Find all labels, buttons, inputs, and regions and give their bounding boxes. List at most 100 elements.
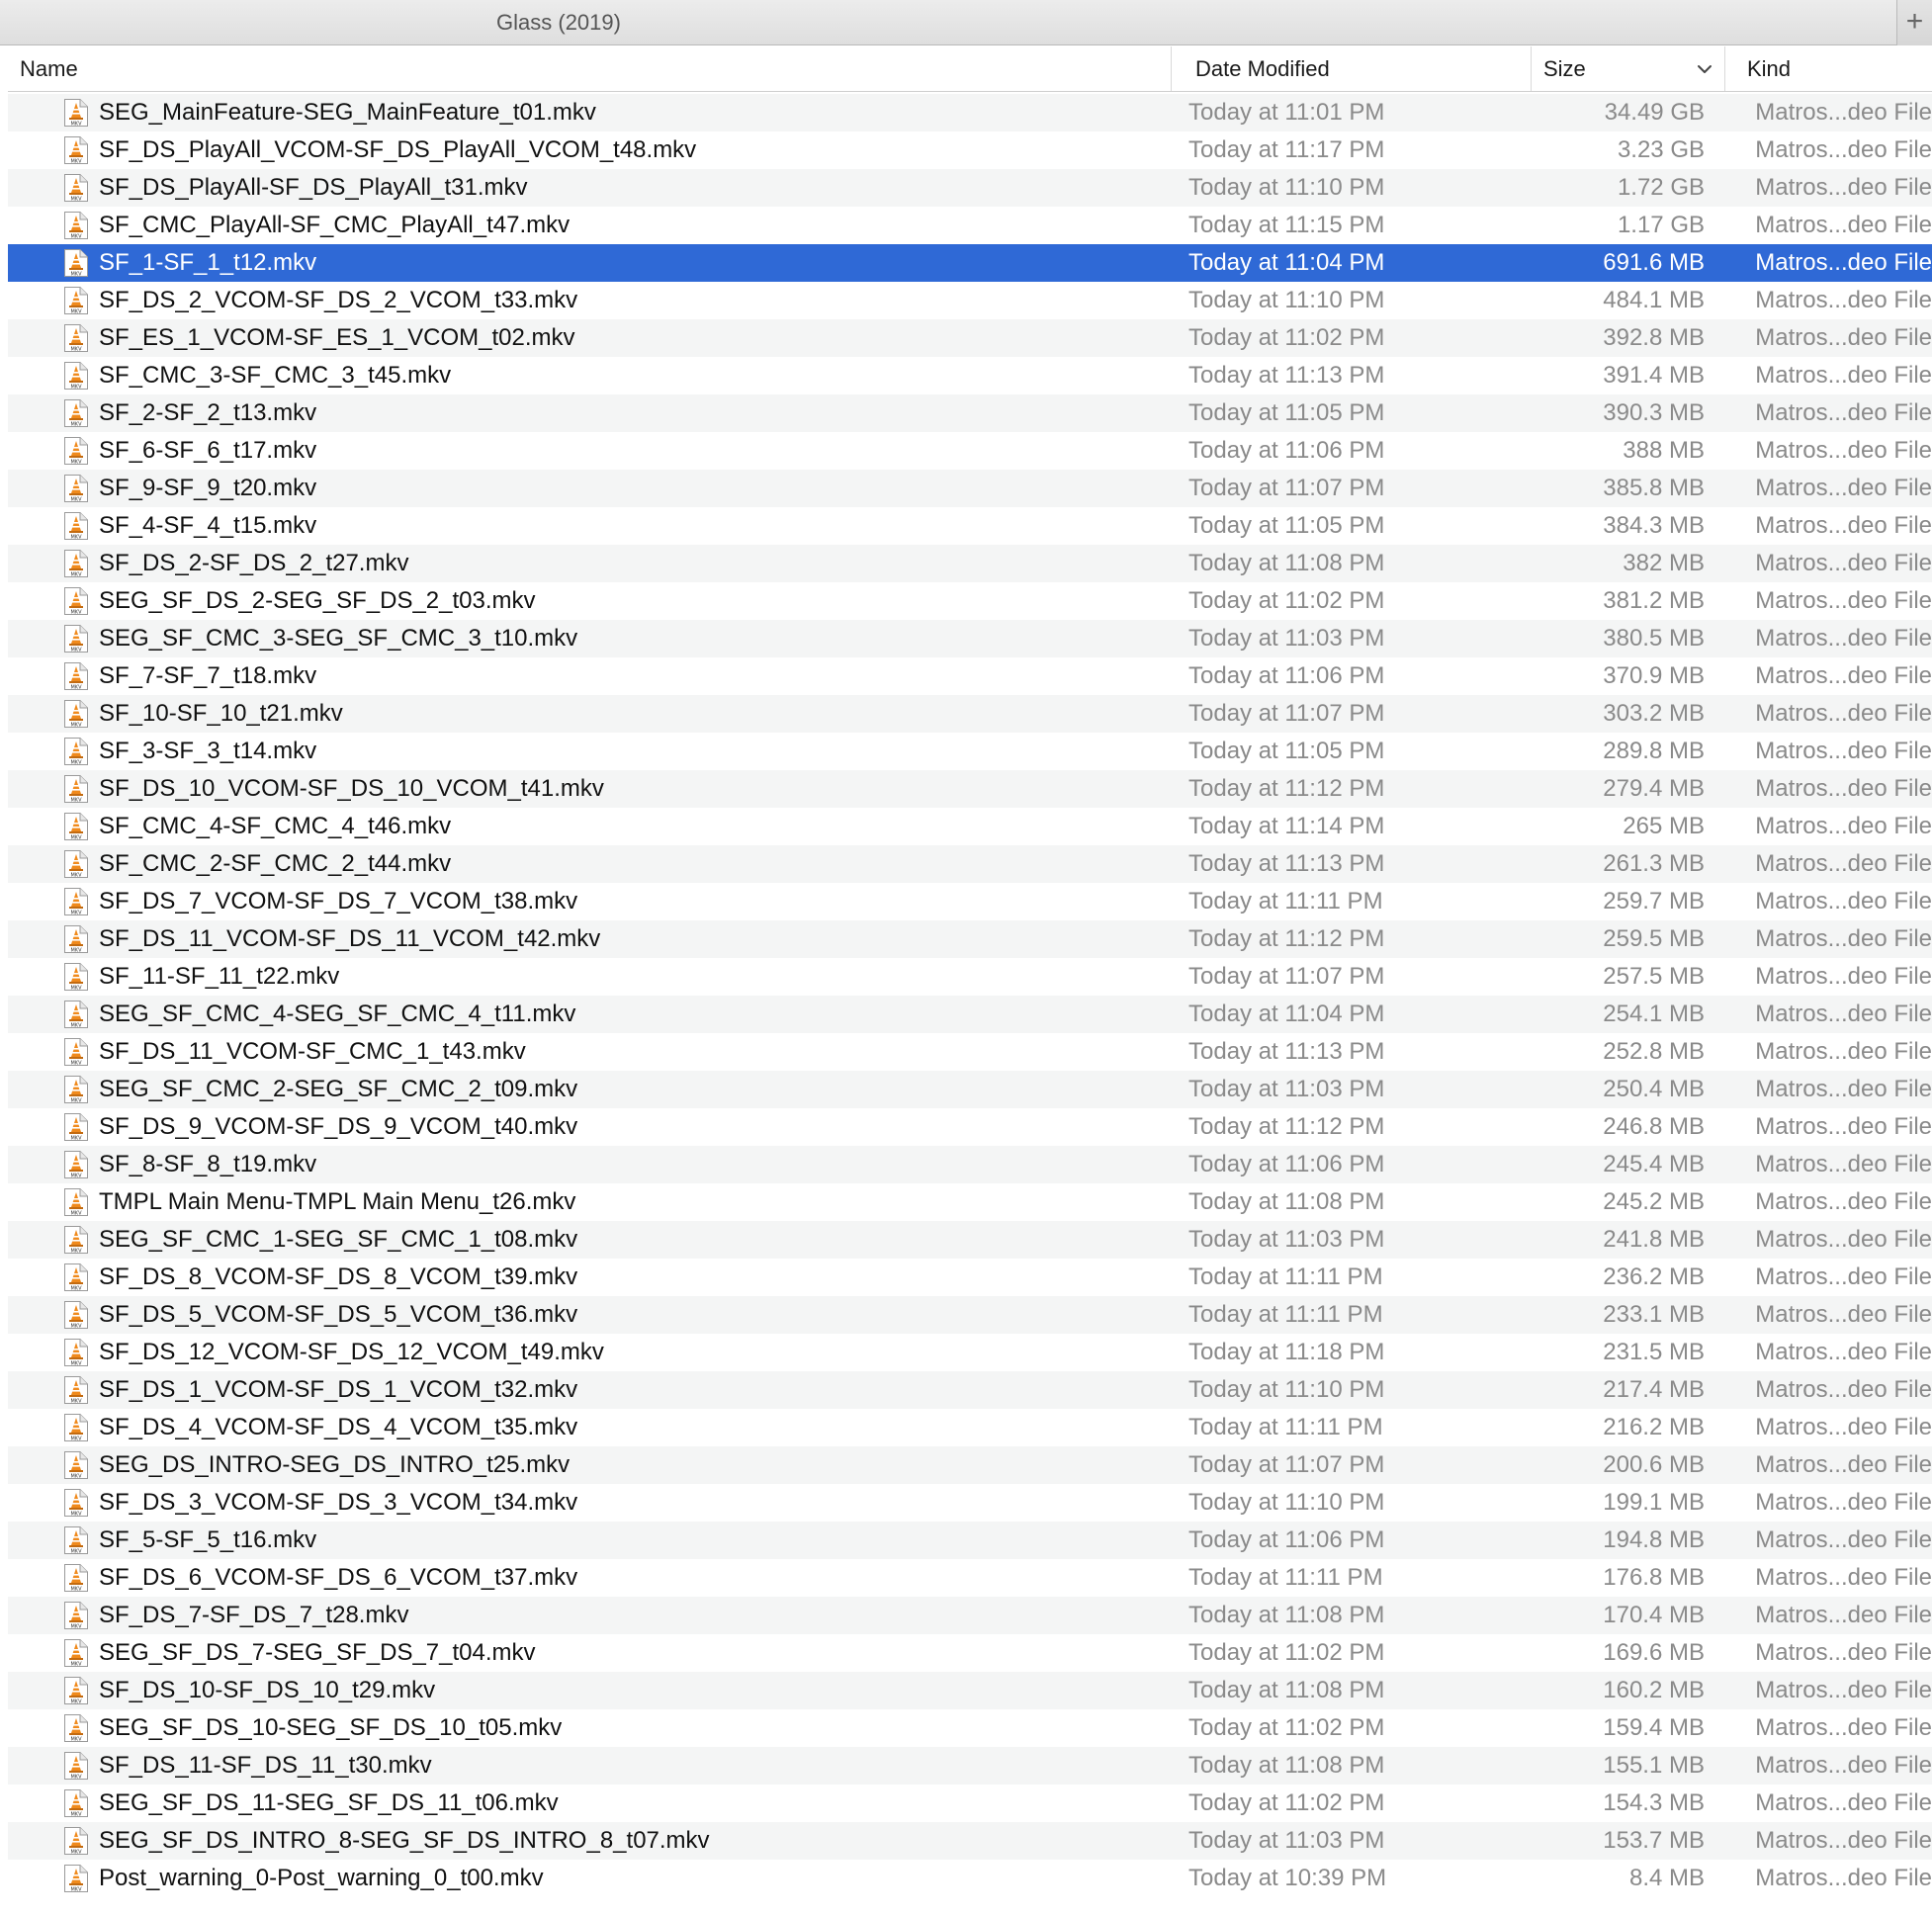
- table-row[interactable]: MKV SF_DS_7-SF_DS_7_t28.mkv Today at 11:08…: [8, 1597, 1932, 1634]
- file-size: 252.8 MB: [1603, 1038, 1705, 1065]
- table-row[interactable]: MKV SF_5-SF_5_t16.mkv Today at 11:06 PM 194…: [8, 1522, 1932, 1559]
- file-name: SF_CMC_3-SF_CMC_3_t45.mkv: [99, 362, 452, 389]
- table-row[interactable]: MKV SF_DS_1_VCOM-SF_DS_1_VCOM_t32.mkv Toda…: [8, 1371, 1932, 1409]
- table-row[interactable]: MKV SF_ES_1_VCOM-SF_ES_1_VCOM_t02.mkv Toda…: [8, 319, 1932, 357]
- plus-icon[interactable]: +: [1896, 0, 1932, 45]
- svg-text:MKV: MKV: [70, 1211, 82, 1217]
- file-name: Post_warning_0-Post_warning_0_t00.mkv: [99, 1865, 544, 1891]
- table-row[interactable]: MKV SF_DS_9_VCOM-SF_DS_9_VCOM_t40.mkv Toda…: [8, 1108, 1932, 1146]
- file-kind: Matros...deo File: [1755, 1113, 1932, 1140]
- mkv-file-icon: MKV: [63, 135, 89, 165]
- file-name: SF_DS_PlayAll-SF_DS_PlayAll_t31.mkv: [99, 174, 528, 201]
- mkv-file-icon: MKV: [63, 1413, 89, 1442]
- file-size: 392.8 MB: [1603, 324, 1705, 351]
- date-modified: Today at 11:02 PM: [1188, 587, 1385, 614]
- table-row[interactable]: MKV SF_CMC_4-SF_CMC_4_t46.mkv Today at 11:…: [8, 808, 1932, 845]
- table-row[interactable]: MKV SF_DS_2-SF_DS_2_t27.mkv Today at 11:08…: [8, 545, 1932, 582]
- mkv-file-icon: MKV: [63, 248, 89, 278]
- date-modified: Today at 11:10 PM: [1188, 287, 1385, 313]
- file-kind: Matros...deo File: [1755, 99, 1932, 126]
- mkv-file-icon: MKV: [63, 1563, 89, 1593]
- table-row[interactable]: MKV SF_DS_11_VCOM-SF_DS_11_VCOM_t42.mkv To…: [8, 920, 1932, 958]
- title-bar[interactable]: Glass (2019) +: [0, 0, 1932, 45]
- file-kind: Matros...deo File: [1755, 888, 1932, 914]
- table-row[interactable]: MKV SF_DS_7_VCOM-SF_DS_7_VCOM_t38.mkv Toda…: [8, 883, 1932, 920]
- file-kind: Matros...deo File: [1755, 1001, 1932, 1027]
- svg-text:MKV: MKV: [70, 835, 82, 841]
- mkv-file-icon: MKV: [63, 924, 89, 954]
- svg-text:MKV: MKV: [70, 1512, 82, 1518]
- table-row[interactable]: MKV SEG_SF_CMC_1-SEG_SF_CMC_1_t08.mkv Toda…: [8, 1221, 1932, 1259]
- column-header-date-modified[interactable]: Date Modified: [1171, 46, 1531, 91]
- svg-text:MKV: MKV: [70, 1361, 82, 1367]
- file-size: 170.4 MB: [1603, 1602, 1705, 1628]
- date-modified: Today at 11:11 PM: [1188, 1301, 1383, 1328]
- table-row[interactable]: MKV SF_CMC_3-SF_CMC_3_t45.mkv Today at 11:…: [8, 357, 1932, 394]
- mkv-file-icon: MKV: [63, 173, 89, 203]
- file-size: 254.1 MB: [1603, 1001, 1705, 1027]
- file-name: SF_5-SF_5_t16.mkv: [99, 1526, 317, 1553]
- file-kind: Matros...deo File: [1755, 212, 1932, 238]
- svg-text:MKV: MKV: [70, 948, 82, 954]
- column-header-kind[interactable]: Kind: [1724, 46, 1932, 91]
- table-row[interactable]: MKV SEG_SF_CMC_4-SEG_SF_CMC_4_t11.mkv Toda…: [8, 996, 1932, 1033]
- file-name: SEG_SF_CMC_4-SEG_SF_CMC_4_t11.mkv: [99, 1001, 576, 1027]
- table-row[interactable]: MKV SEG_SF_DS_10-SEG_SF_DS_10_t05.mkv Toda…: [8, 1709, 1932, 1747]
- table-row[interactable]: MKV SF_11-SF_11_t22.mkv Today at 11:07 PM 2…: [8, 958, 1932, 996]
- table-row[interactable]: MKV SF_8-SF_8_t19.mkv Today at 11:06 PM 245…: [8, 1146, 1932, 1183]
- svg-text:MKV: MKV: [70, 1061, 82, 1067]
- table-row[interactable]: MKV SF_4-SF_4_t15.mkv Today at 11:05 PM 384…: [8, 507, 1932, 545]
- table-row[interactable]: MKV SF_DS_11_VCOM-SF_CMC_1_t43.mkv Today a…: [8, 1033, 1932, 1071]
- column-header-size[interactable]: Size: [1531, 46, 1724, 91]
- table-row[interactable]: MKV Post_warning_0-Post_warning_0_t00.mkv…: [8, 1860, 1932, 1897]
- table-row[interactable]: MKV SF_DS_10-SF_DS_10_t29.mkv Today at 11:…: [8, 1672, 1932, 1709]
- svg-text:MKV: MKV: [70, 685, 82, 691]
- file-name: SF_DS_1_VCOM-SF_DS_1_VCOM_t32.mkv: [99, 1376, 578, 1403]
- file-name: SF_CMC_PlayAll-SF_CMC_PlayAll_t47.mkv: [99, 212, 571, 238]
- file-kind: Matros...deo File: [1755, 437, 1932, 464]
- table-row[interactable]: MKV SEG_MainFeature-SEG_MainFeature_t01.m…: [8, 94, 1932, 131]
- table-row[interactable]: MKV SF_DS_PlayAll_VCOM-SF_DS_PlayAll_VCOM…: [8, 131, 1932, 169]
- file-kind: Matros...deo File: [1755, 1677, 1932, 1703]
- file-size: 34.49 GB: [1604, 99, 1705, 126]
- table-row[interactable]: MKV SF_DS_10_VCOM-SF_DS_10_VCOM_t41.mkv To…: [8, 770, 1932, 808]
- mkv-file-icon: MKV: [63, 1338, 89, 1367]
- table-row[interactable]: MKV SEG_DS_INTRO-SEG_DS_INTRO_t25.mkv Toda…: [8, 1446, 1932, 1484]
- table-row[interactable]: MKV SF_DS_11-SF_DS_11_t30.mkv Today at 11:…: [8, 1747, 1932, 1785]
- table-row[interactable]: MKV SF_DS_5_VCOM-SF_DS_5_VCOM_t36.mkv Toda…: [8, 1296, 1932, 1334]
- file-size: 199.1 MB: [1603, 1489, 1705, 1516]
- table-row[interactable]: MKV SF_DS_8_VCOM-SF_DS_8_VCOM_t39.mkv Toda…: [8, 1259, 1932, 1296]
- file-kind: Matros...deo File: [1755, 136, 1932, 163]
- table-row[interactable]: MKV SEG_SF_CMC_3-SEG_SF_CMC_3_t10.mkv Toda…: [8, 620, 1932, 657]
- file-kind: Matros...deo File: [1755, 587, 1932, 614]
- mkv-file-icon: MKV: [63, 774, 89, 804]
- table-row[interactable]: MKV SF_DS_4_VCOM-SF_DS_4_VCOM_t35.mkv Toda…: [8, 1409, 1932, 1446]
- table-row[interactable]: MKV SF_6-SF_6_t17.mkv Today at 11:06 PM 388…: [8, 432, 1932, 470]
- table-row[interactable]: MKV TMPL Main Menu-TMPL Main Menu_t26.mkv…: [8, 1183, 1932, 1221]
- table-row[interactable]: MKV SF_2-SF_2_t13.mkv Today at 11:05 PM 390…: [8, 394, 1932, 432]
- table-row[interactable]: MKV SF_DS_6_VCOM-SF_DS_6_VCOM_t37.mkv Toda…: [8, 1559, 1932, 1597]
- table-row[interactable]: MKV SF_DS_3_VCOM-SF_DS_3_VCOM_t34.mkv Toda…: [8, 1484, 1932, 1522]
- table-row[interactable]: MKV SEG_SF_DS_7-SEG_SF_DS_7_t04.mkv Today …: [8, 1634, 1932, 1672]
- table-row[interactable]: MKV SF_10-SF_10_t21.mkv Today at 11:07 PM 3…: [8, 695, 1932, 733]
- table-row[interactable]: MKV SF_CMC_2-SF_CMC_2_t44.mkv Today at 11:…: [8, 845, 1932, 883]
- file-name: SF_1-SF_1_t12.mkv: [99, 249, 317, 276]
- column-header-name[interactable]: Name: [8, 46, 1171, 91]
- table-row[interactable]: MKV SF_3-SF_3_t14.mkv Today at 11:05 PM 289…: [8, 733, 1932, 770]
- table-row[interactable]: MKV SF_CMC_PlayAll-SF_CMC_PlayAll_t47.mkv…: [8, 207, 1932, 244]
- table-row[interactable]: MKV SEG_SF_DS_11-SEG_SF_DS_11_t06.mkv Toda…: [8, 1785, 1932, 1822]
- table-row[interactable]: MKV SF_DS_PlayAll-SF_DS_PlayAll_t31.mkv To…: [8, 169, 1932, 207]
- table-row[interactable]: MKV SF_7-SF_7_t18.mkv Today at 11:06 PM 370…: [8, 657, 1932, 695]
- table-row[interactable]: MKV SEG_SF_CMC_2-SEG_SF_CMC_2_t09.mkv Toda…: [8, 1071, 1932, 1108]
- table-row[interactable]: MKV SF_9-SF_9_t20.mkv Today at 11:07 PM 385…: [8, 470, 1932, 507]
- table-row[interactable]: MKV SEG_SF_DS_INTRO_8-SEG_SF_DS_INTRO_8_t…: [8, 1822, 1932, 1860]
- file-kind: Matros...deo File: [1755, 1602, 1932, 1628]
- table-row[interactable]: MKV SF_DS_2_VCOM-SF_DS_2_VCOM_t33.mkv Toda…: [8, 282, 1932, 319]
- file-kind: Matros...deo File: [1755, 850, 1932, 877]
- table-row[interactable]: MKV SF_1-SF_1_t12.mkv Today at 11:04 PM 691…: [8, 244, 1932, 282]
- date-modified: Today at 11:01 PM: [1188, 99, 1385, 126]
- svg-text:MKV: MKV: [70, 648, 82, 653]
- table-row[interactable]: MKV SEG_SF_DS_2-SEG_SF_DS_2_t03.mkv Today …: [8, 582, 1932, 620]
- date-modified: Today at 11:14 PM: [1188, 813, 1385, 839]
- table-row[interactable]: MKV SF_DS_12_VCOM-SF_DS_12_VCOM_t49.mkv To…: [8, 1334, 1932, 1371]
